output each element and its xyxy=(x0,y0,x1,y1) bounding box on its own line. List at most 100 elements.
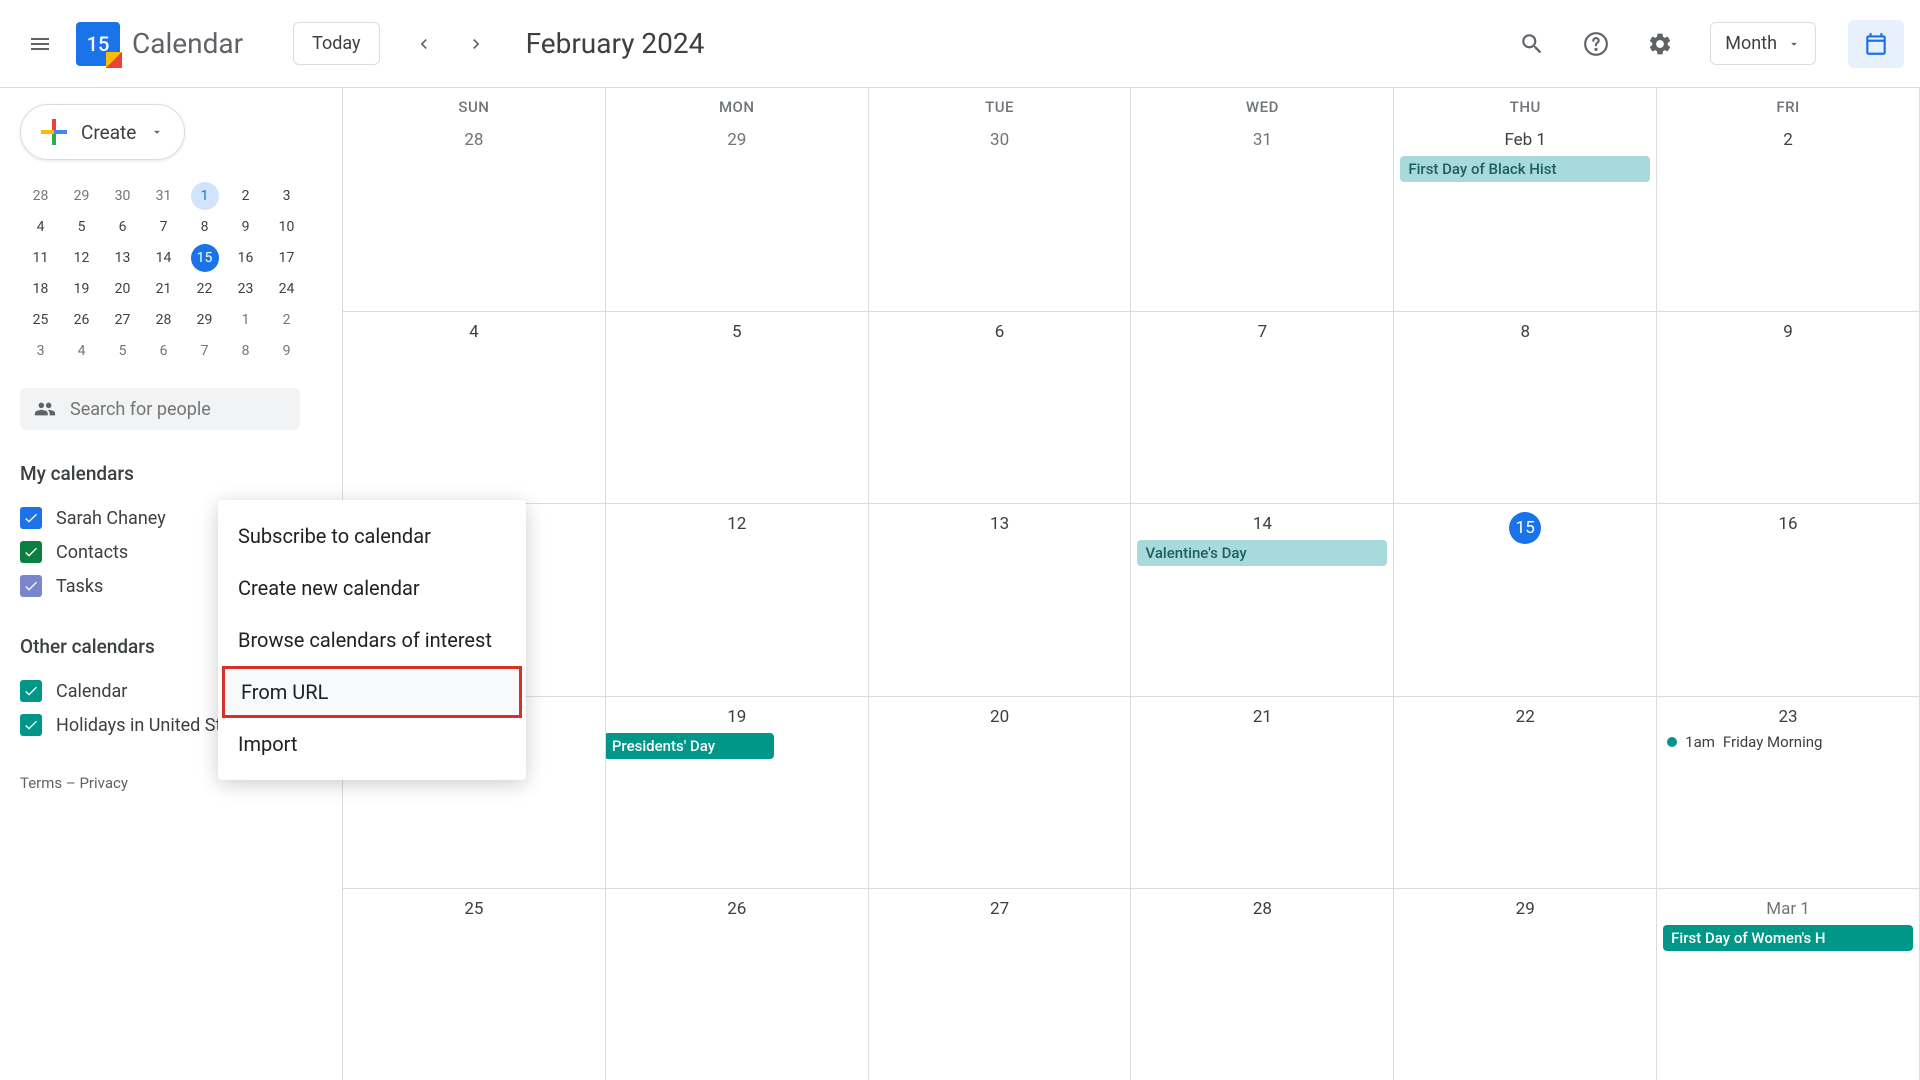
calendar-day-cell[interactable]: 16 xyxy=(1657,504,1920,695)
mini-cal-day[interactable]: 6 xyxy=(143,335,184,366)
mini-cal-day[interactable]: 2 xyxy=(225,180,266,211)
mini-cal-day[interactable]: 29 xyxy=(61,180,102,211)
app-logo-title[interactable]: 15 Calendar xyxy=(76,22,243,66)
calendar-day-cell[interactable]: 6 xyxy=(869,312,1132,503)
popup-menu-item[interactable]: Subscribe to calendar xyxy=(218,510,526,562)
checkbox-icon[interactable] xyxy=(20,714,42,736)
calendar-day-cell[interactable]: 31 xyxy=(1131,120,1394,311)
mini-cal-day[interactable]: 29 xyxy=(184,304,225,335)
mini-cal-day[interactable]: 20 xyxy=(102,273,143,304)
checkbox-icon[interactable] xyxy=(20,507,42,529)
mini-cal-day[interactable]: 7 xyxy=(143,211,184,242)
mini-cal-day[interactable]: 5 xyxy=(102,335,143,366)
mini-cal-day[interactable]: 9 xyxy=(266,335,307,366)
calendar-day-cell[interactable]: 28 xyxy=(343,120,606,311)
calendar-day-cell[interactable]: 9 xyxy=(1657,312,1920,503)
popup-menu-item[interactable]: Create new calendar xyxy=(218,562,526,614)
event-chip[interactable]: First Day of Women's H xyxy=(1663,925,1913,951)
event-chip[interactable]: Presidents' Day xyxy=(606,733,774,759)
mini-cal-day[interactable]: 2 xyxy=(266,304,307,335)
mini-cal-day[interactable]: 5 xyxy=(61,211,102,242)
terms-link[interactable]: Terms xyxy=(20,774,62,792)
mini-cal-day[interactable]: 14 xyxy=(143,242,184,273)
mini-cal-day[interactable]: 17 xyxy=(266,242,307,273)
calendar-day-cell[interactable]: Feb 1First Day of Black Hist xyxy=(1394,120,1657,311)
next-period-button[interactable] xyxy=(456,24,496,64)
mini-cal-day[interactable]: 12 xyxy=(61,242,102,273)
event-chip[interactable]: First Day of Black Hist xyxy=(1400,156,1650,182)
help-button[interactable] xyxy=(1572,20,1620,68)
create-button[interactable]: Create xyxy=(20,104,185,160)
search-people-input[interactable] xyxy=(70,399,286,420)
mini-cal-day[interactable]: 28 xyxy=(143,304,184,335)
mini-cal-day[interactable]: 3 xyxy=(20,335,61,366)
settings-button[interactable] xyxy=(1636,20,1684,68)
mini-cal-day[interactable]: 31 xyxy=(143,180,184,211)
calendar-day-cell[interactable]: 27 xyxy=(869,889,1132,1080)
event-chip[interactable]: Valentine's Day xyxy=(1137,540,1387,566)
mini-cal-day[interactable]: 1 xyxy=(225,304,266,335)
calendar-day-cell[interactable]: 22 xyxy=(1394,697,1657,888)
mini-cal-day[interactable]: 25 xyxy=(20,304,61,335)
mini-cal-day[interactable]: 16 xyxy=(225,242,266,273)
main-menu-icon[interactable] xyxy=(16,20,64,68)
mini-cal-day[interactable]: 3 xyxy=(266,180,307,211)
calendar-day-cell[interactable]: 30 xyxy=(869,120,1132,311)
mini-cal-day[interactable]: 6 xyxy=(102,211,143,242)
calendar-day-cell[interactable]: 7 xyxy=(1131,312,1394,503)
mini-cal-day[interactable]: 15 xyxy=(191,244,219,272)
mini-cal-day[interactable]: 22 xyxy=(184,273,225,304)
mini-cal-day[interactable]: 26 xyxy=(61,304,102,335)
calendar-day-cell[interactable]: 8 xyxy=(1394,312,1657,503)
mini-cal-day[interactable]: 19 xyxy=(61,273,102,304)
popup-menu-item[interactable]: Browse calendars of interest xyxy=(218,614,526,666)
event-item[interactable]: 1amFriday Morning xyxy=(1663,731,1913,753)
my-calendars-heading[interactable]: My calendars xyxy=(20,462,330,485)
calendar-day-cell[interactable]: 26 xyxy=(606,889,869,1080)
checkbox-icon[interactable] xyxy=(20,575,42,597)
calendar-day-cell[interactable]: 5 xyxy=(606,312,869,503)
search-button[interactable] xyxy=(1508,20,1556,68)
mini-cal-day[interactable]: 30 xyxy=(102,180,143,211)
calendar-day-cell[interactable]: 12 xyxy=(606,504,869,695)
popup-menu-item[interactable]: From URL xyxy=(222,666,522,718)
mini-cal-day[interactable]: 9 xyxy=(225,211,266,242)
mini-cal-day[interactable]: 23 xyxy=(225,273,266,304)
calendar-day-cell[interactable]: 29 xyxy=(606,120,869,311)
popup-menu-item[interactable]: Import xyxy=(218,718,526,770)
today-button[interactable]: Today xyxy=(293,22,379,65)
mini-cal-day[interactable]: 28 xyxy=(20,180,61,211)
calendar-day-cell[interactable]: 21 xyxy=(1131,697,1394,888)
calendar-day-cell[interactable]: 28 xyxy=(1131,889,1394,1080)
mini-cal-day[interactable]: 1 xyxy=(191,182,219,210)
checkbox-icon[interactable] xyxy=(20,680,42,702)
privacy-link[interactable]: Privacy xyxy=(79,774,127,792)
mini-cal-day[interactable]: 27 xyxy=(102,304,143,335)
calendar-day-cell[interactable]: 231amFriday Morning xyxy=(1657,697,1920,888)
mini-cal-day[interactable]: 8 xyxy=(184,211,225,242)
calendar-day-cell[interactable]: 14Valentine's Day xyxy=(1131,504,1394,695)
side-panel-toggle[interactable] xyxy=(1848,20,1904,68)
mini-cal-day[interactable]: 8 xyxy=(225,335,266,366)
calendar-day-cell[interactable]: 20 xyxy=(869,697,1132,888)
calendar-day-cell[interactable]: 2 xyxy=(1657,120,1920,311)
mini-cal-day[interactable]: 4 xyxy=(20,211,61,242)
search-people-field[interactable] xyxy=(20,388,300,430)
mini-cal-day[interactable]: 24 xyxy=(266,273,307,304)
calendar-day-cell[interactable]: 25 xyxy=(343,889,606,1080)
mini-cal-day[interactable]: 18 xyxy=(20,273,61,304)
view-selector[interactable]: Month xyxy=(1710,22,1816,65)
calendar-day-cell[interactable]: Mar 1First Day of Women's H xyxy=(1657,889,1920,1080)
calendar-day-cell[interactable]: 19Presidents' Day xyxy=(606,697,869,888)
mini-cal-day[interactable]: 21 xyxy=(143,273,184,304)
mini-cal-day[interactable]: 4 xyxy=(61,335,102,366)
mini-cal-day[interactable]: 10 xyxy=(266,211,307,242)
prev-period-button[interactable] xyxy=(404,24,444,64)
checkbox-icon[interactable] xyxy=(20,541,42,563)
calendar-day-cell[interactable]: 29 xyxy=(1394,889,1657,1080)
mini-cal-day[interactable]: 11 xyxy=(20,242,61,273)
calendar-day-cell[interactable]: 13 xyxy=(869,504,1132,695)
mini-cal-day[interactable]: 13 xyxy=(102,242,143,273)
calendar-day-cell[interactable]: 15 xyxy=(1394,504,1657,695)
mini-cal-day[interactable]: 7 xyxy=(184,335,225,366)
